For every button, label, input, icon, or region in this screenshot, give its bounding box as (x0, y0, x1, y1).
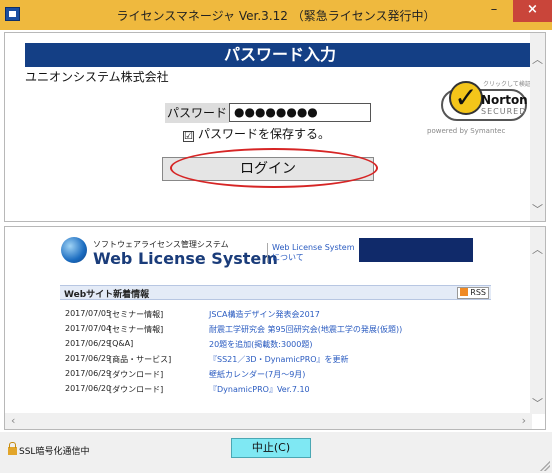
scroll-left-icon[interactable]: ‹ (11, 414, 15, 427)
norton-verify-text: クリックして検証 (483, 81, 531, 88)
news-date: 2017/06/29 (65, 339, 112, 348)
wls-about-line1: Web License System (272, 243, 355, 252)
save-password-checkbox[interactable]: ☑ パスワードを保存する。 (183, 125, 330, 142)
news-heading: Webサイト新着情報 (64, 290, 150, 300)
scroll-down-icon[interactable]: ﹀ (530, 395, 545, 411)
news-link[interactable]: 壁紙カレンダー(7月～9月) (209, 369, 305, 380)
company-name: ユニオンシステム株式会社 (25, 70, 169, 84)
norton-secured: SECURED (481, 107, 527, 116)
page-title: パスワード入力 (25, 43, 535, 67)
scroll-down-icon[interactable]: ﹀ (530, 201, 545, 217)
login-pane: パスワード入力 ユニオンシステム株式会社 クリックして検証 ✓ Norton S… (4, 32, 546, 222)
news-category: [ダウンロード] (109, 370, 164, 379)
scroll-up-icon[interactable]: ︿ (530, 51, 545, 67)
news-category: [セミナー情報] (109, 325, 164, 334)
news-link[interactable]: 耐震工学研究会 第95回研究会(地震工学の発展(仮題)) (209, 324, 402, 335)
web-license-pane: ソフトウェアライセンス管理システム Web License System Web… (4, 226, 546, 430)
news-category: [ダウンロード] (109, 385, 164, 394)
password-input[interactable]: ●●●●●●●● (229, 103, 371, 122)
horizontal-scrollbar[interactable]: ‹ › (5, 413, 532, 429)
minimize-button[interactable]: – (480, 0, 508, 22)
resize-grip-icon[interactable] (540, 461, 550, 471)
wls-logo-text: Web License System (93, 249, 278, 268)
rss-icon (460, 288, 469, 296)
news-date: 2017/07/05 (65, 309, 112, 318)
rss-label: RSS (470, 288, 486, 297)
checkbox-icon: ☑ (183, 131, 194, 142)
vertical-scrollbar[interactable]: ︿ ﹀ (530, 33, 545, 221)
norton-seal[interactable]: クリックして検証 ✓ Norton SECURED powered by Sym… (427, 79, 537, 149)
password-label: パスワード (165, 103, 229, 123)
wls-about-line2: について (272, 253, 304, 262)
news-category: [Q&A] (109, 339, 134, 348)
news-link[interactable]: 『SS21／3D・DynamicPRO』を更新 (209, 354, 349, 365)
news-category: [セミナー情報] (109, 310, 164, 319)
window-title: ライセンスマネージャ Ver.3.12 （緊急ライセンス発行中） (116, 9, 436, 23)
ssl-status: SSL暗号化通信中 (19, 447, 90, 457)
news-date: 2017/06/29 (65, 369, 112, 378)
news-date: 2017/07/04 (65, 324, 112, 333)
news-date: 2017/06/29 (65, 354, 112, 363)
news-header: Webサイト新着情報 RSS (60, 285, 491, 300)
vertical-scrollbar[interactable]: ︿ ﹀ (530, 227, 545, 414)
news-link[interactable]: 20題を追加(掲載数:3000題) (209, 339, 312, 350)
scroll-right-icon[interactable]: › (522, 414, 526, 427)
save-password-label: パスワードを保存する。 (198, 127, 331, 141)
wls-about-link[interactable]: Web License System について (267, 243, 355, 263)
close-button[interactable]: × (513, 0, 552, 22)
norton-powered-by: powered by Symantec (427, 127, 506, 135)
banner-image[interactable] (359, 238, 473, 262)
news-date: 2017/06/20 (65, 384, 112, 393)
login-button[interactable]: ログイン (162, 157, 374, 181)
norton-badge: ✓ Norton SECURED (441, 81, 528, 121)
rss-button[interactable]: RSS (457, 287, 489, 299)
title-bar: ライセンスマネージャ Ver.3.12 （緊急ライセンス発行中） – × (0, 0, 552, 30)
stop-button[interactable]: 中止(C) (231, 438, 311, 458)
scroll-up-icon[interactable]: ︿ (530, 241, 545, 257)
news-link[interactable]: JSCA構造デザイン発表会2017 (209, 309, 320, 320)
news-category: [商品・サービス] (109, 355, 172, 364)
news-link[interactable]: 『DynamicPRO』Ver.7.10 (209, 384, 310, 395)
lock-icon (8, 442, 17, 455)
status-bar: SSL暗号化通信中 中止(C) (0, 432, 552, 473)
checkmark-icon: ✓ (449, 81, 483, 115)
norton-name: Norton (481, 93, 528, 107)
globe-icon (61, 237, 87, 263)
